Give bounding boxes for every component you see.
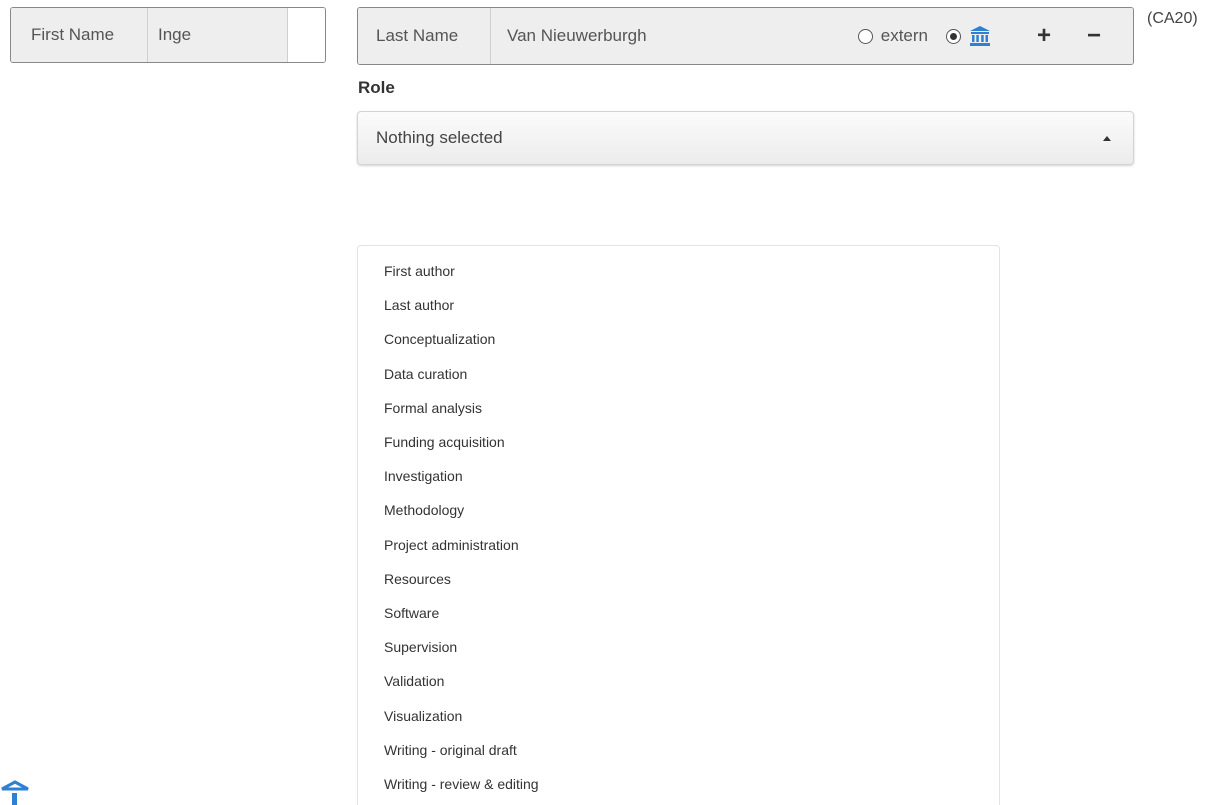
role-option[interactable]: Resources bbox=[358, 562, 999, 596]
role-option[interactable]: Visualization bbox=[358, 698, 999, 732]
role-option[interactable]: Software bbox=[358, 596, 999, 630]
first-name-field-spacer bbox=[288, 8, 325, 62]
author-type-controls: extern + − bbox=[857, 8, 1133, 64]
role-option[interactable]: Methodology bbox=[358, 493, 999, 527]
role-option[interactable]: Writing - original draft bbox=[358, 733, 999, 767]
author-code-tag: (CA20) bbox=[1147, 10, 1198, 27]
role-option[interactable]: Validation bbox=[358, 664, 999, 698]
role-label: Role bbox=[358, 78, 395, 97]
role-option[interactable]: Last author bbox=[358, 288, 999, 322]
institution-icon[interactable] bbox=[0, 780, 30, 805]
role-select[interactable]: Nothing selected bbox=[357, 111, 1134, 165]
extern-radio[interactable] bbox=[857, 28, 873, 44]
role-option[interactable]: Conceptualization bbox=[358, 322, 999, 356]
role-option[interactable]: Supervision bbox=[358, 630, 999, 664]
role-option[interactable]: First author bbox=[358, 254, 999, 288]
first-name-group: First Name Inge bbox=[10, 7, 326, 63]
role-option[interactable]: Investigation bbox=[358, 459, 999, 493]
role-option[interactable]: Project administration bbox=[358, 528, 999, 562]
role-select-placeholder: Nothing selected bbox=[376, 128, 503, 147]
role-option[interactable]: Data curation bbox=[358, 357, 999, 391]
role-option[interactable]: Funding acquisition bbox=[358, 425, 999, 459]
role-option[interactable]: Formal analysis bbox=[358, 391, 999, 425]
extern-radio-label[interactable]: extern bbox=[881, 26, 928, 46]
remove-author-button[interactable]: − bbox=[1083, 24, 1105, 48]
last-name-label: Last Name bbox=[358, 8, 491, 64]
internal-radio[interactable] bbox=[946, 28, 961, 44]
caret-up-icon bbox=[1103, 135, 1111, 141]
role-option[interactable]: Writing - review & editing bbox=[358, 767, 999, 801]
role-dropdown-menu: First author Last author Conceptualizati… bbox=[357, 245, 1000, 805]
add-author-button[interactable]: + bbox=[1033, 24, 1055, 48]
last-name-field[interactable]: Van Nieuwerburgh bbox=[491, 8, 858, 64]
first-name-label: First Name bbox=[11, 8, 148, 62]
last-name-group: Last Name Van Nieuwerburgh extern + − bbox=[357, 7, 1134, 65]
first-name-field[interactable]: Inge bbox=[148, 8, 288, 62]
institution-icon[interactable] bbox=[969, 25, 991, 47]
